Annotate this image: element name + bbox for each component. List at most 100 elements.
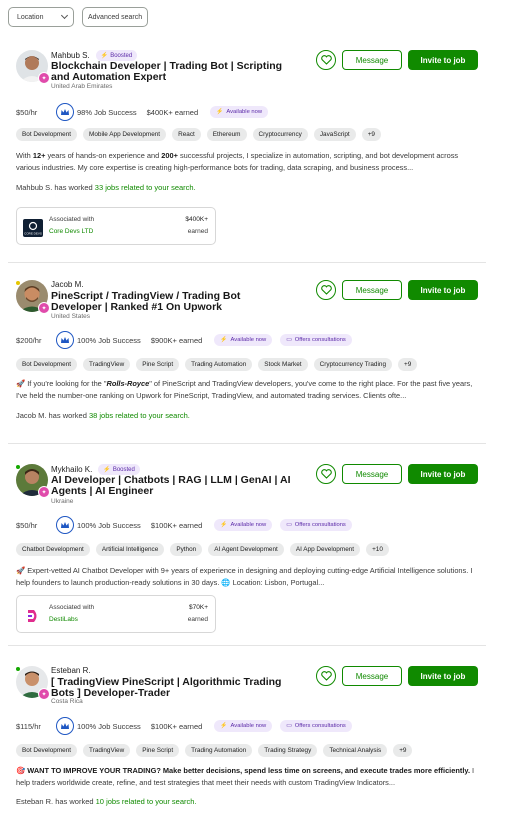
job-success-badge-icon bbox=[56, 103, 74, 121]
more-skills-tag[interactable]: +9 bbox=[361, 128, 381, 141]
skills-list: Bot Development Mobile App Development R… bbox=[16, 128, 381, 141]
skill-tag[interactable]: Pine Script bbox=[136, 744, 180, 757]
skills-list: Bot Development TradingView Pine Script … bbox=[16, 358, 418, 371]
freelancer-card[interactable]: ✦ Esteban R. [ TradingView PineScript | … bbox=[15, 663, 486, 813]
skill-tag[interactable]: Technical Analysis bbox=[323, 744, 388, 757]
skill-tag[interactable]: Ethereum bbox=[206, 128, 247, 141]
skill-tag[interactable]: Cryptocurrency bbox=[252, 128, 308, 141]
skill-tag[interactable]: Trading Automation bbox=[185, 744, 253, 757]
skill-tag[interactable]: React bbox=[172, 128, 201, 141]
more-skills-tag[interactable]: +9 bbox=[393, 744, 413, 757]
bolt-icon: ⚡ bbox=[220, 723, 228, 729]
freelancer-name[interactable]: Mahbub S. bbox=[51, 51, 90, 60]
video-icon: ▭ bbox=[286, 522, 292, 528]
freelancer-description[interactable]: 🎯 WANT TO IMPROVE YOUR TRADING? Make bet… bbox=[16, 765, 480, 789]
freelancer-country: United States bbox=[51, 313, 91, 320]
avatar[interactable]: ✦ bbox=[15, 464, 50, 498]
message-button[interactable]: Message bbox=[342, 50, 402, 70]
freelancer-card[interactable]: ✦ Mykhailo K. ⚡ Boosted AI Developer | Ch… bbox=[15, 461, 486, 641]
boosted-label: Boosted bbox=[112, 466, 135, 473]
freelancer-country: United Arab Emirates bbox=[51, 83, 113, 90]
related-jobs-link[interactable]: 33 jobs related to your search. bbox=[95, 183, 196, 192]
skill-tag[interactable]: AI Agent Development bbox=[208, 543, 284, 556]
skill-tag[interactable]: Bot Development bbox=[16, 744, 78, 757]
related-jobs-text: Esteban R. has worked 10 jobs related to… bbox=[16, 797, 197, 806]
advanced-search-button[interactable]: Advanced search bbox=[82, 7, 149, 27]
save-heart-button[interactable] bbox=[316, 50, 336, 70]
job-success-badge-icon bbox=[56, 516, 74, 534]
available-now-badge: ⚡ Available now bbox=[214, 720, 273, 732]
job-success-badge-icon bbox=[56, 331, 74, 349]
freelancer-name[interactable]: Mykhailo K. bbox=[51, 465, 92, 474]
svg-text:CORE DEVS: CORE DEVS bbox=[24, 232, 42, 236]
skill-tag[interactable]: TradingView bbox=[83, 744, 131, 757]
badge-icon: ✦ bbox=[38, 302, 50, 314]
location-label: Location bbox=[17, 13, 44, 21]
skill-tag[interactable]: Mobile App Development bbox=[83, 128, 167, 141]
freelancer-name[interactable]: Jacob M. bbox=[51, 280, 83, 289]
freelancer-title[interactable]: AI Developer | Chatbots | RAG | LLM | Ge… bbox=[51, 475, 291, 497]
associated-agency-card[interactable]: Associated with DestiLabs $70K+ earned bbox=[16, 595, 216, 633]
freelancer-title[interactable]: PineScript / TradingView / Trading Bot D… bbox=[51, 291, 291, 313]
skills-list: Bot Development TradingView Pine Script … bbox=[16, 744, 413, 757]
avatar[interactable]: ✦ bbox=[16, 50, 50, 84]
invite-to-job-button[interactable]: Invite to job bbox=[408, 280, 478, 300]
skill-tag[interactable]: Trading Automation bbox=[185, 358, 253, 371]
location-dropdown[interactable]: Location bbox=[8, 7, 74, 27]
skill-tag[interactable]: AI App Development bbox=[289, 543, 361, 556]
badge-icon: ✦ bbox=[38, 72, 50, 84]
skill-tag[interactable]: Trading Strategy bbox=[258, 744, 318, 757]
freelancer-card[interactable]: ✦ Jacob M. PineScript / TradingView / Tr… bbox=[15, 277, 486, 427]
total-earned: $100K+ earned bbox=[150, 520, 203, 530]
freelancer-description[interactable]: 🚀 If you're looking for the "Rolls-Royce… bbox=[16, 378, 480, 402]
freelancer-description[interactable]: With 12+ years of hands-on experience an… bbox=[16, 150, 480, 174]
freelancer-name[interactable]: Esteban R. bbox=[51, 666, 91, 675]
freelancer-title[interactable]: [ TradingView PineScript | Algorithmic T… bbox=[51, 677, 291, 699]
avatar[interactable]: ✦ bbox=[15, 280, 50, 314]
heart-icon bbox=[320, 285, 332, 295]
invite-to-job-button[interactable]: Invite to job bbox=[408, 666, 478, 686]
invite-to-job-button[interactable]: Invite to job bbox=[408, 50, 478, 70]
skill-tag[interactable]: Chatbot Development bbox=[16, 543, 90, 556]
freelancer-description[interactable]: 🚀 Expert-vetted AI Chatbot Developer wit… bbox=[16, 565, 480, 589]
skill-tag[interactable]: Stock Market bbox=[258, 358, 308, 371]
offers-consultations-label: Offers consultations bbox=[294, 723, 346, 729]
available-now-label: Available now bbox=[230, 337, 267, 343]
agency-logo bbox=[23, 607, 43, 625]
agency-name[interactable]: DestiLabs bbox=[49, 616, 78, 623]
skill-tag[interactable]: Bot Development bbox=[16, 128, 78, 141]
skill-tag[interactable]: Artificial Intelligence bbox=[95, 543, 165, 556]
heart-icon bbox=[320, 671, 332, 681]
bolt-icon: ⚡ bbox=[220, 522, 228, 528]
avatar[interactable]: ✦ bbox=[15, 666, 50, 700]
skill-tag[interactable]: Pine Script bbox=[136, 358, 180, 371]
hourly-rate: $200/hr bbox=[16, 335, 42, 345]
related-jobs-link[interactable]: 38 jobs related to your search. bbox=[89, 411, 190, 420]
freelancer-country: Ukraine bbox=[51, 498, 74, 505]
associated-agency-card[interactable]: CORE DEVS Associated with Core Devs LTD … bbox=[16, 207, 216, 245]
save-heart-button[interactable] bbox=[316, 280, 336, 300]
skill-tag[interactable]: JavaScript bbox=[313, 128, 356, 141]
agency-name[interactable]: Core Devs LTD bbox=[49, 228, 93, 235]
heart-icon bbox=[320, 55, 332, 65]
save-heart-button[interactable] bbox=[316, 666, 336, 686]
message-button[interactable]: Message bbox=[342, 464, 402, 484]
skill-tag[interactable]: Python bbox=[170, 543, 203, 556]
freelancer-title[interactable]: Blockchain Developer | Trading Bot | Scr… bbox=[51, 61, 291, 83]
more-skills-tag[interactable]: +10 bbox=[366, 543, 389, 556]
job-success-label: Job Success bbox=[98, 335, 141, 345]
freelancer-card[interactable]: ✦ Mahbub S. ⚡ Boosted Blockchain Develope… bbox=[16, 47, 486, 252]
status-dot bbox=[15, 280, 21, 286]
message-button[interactable]: Message bbox=[342, 666, 402, 686]
message-button[interactable]: Message bbox=[342, 280, 402, 300]
skill-tag[interactable]: Bot Development bbox=[16, 358, 78, 371]
skill-tag[interactable]: TradingView bbox=[83, 358, 131, 371]
available-now-badge: ⚡ Available now bbox=[210, 106, 269, 118]
skill-tag[interactable]: Cryptocurrency Trading bbox=[313, 358, 393, 371]
related-jobs-link[interactable]: 10 jobs related to your search. bbox=[96, 797, 197, 806]
more-skills-tag[interactable]: +9 bbox=[398, 358, 418, 371]
save-heart-button[interactable] bbox=[316, 464, 336, 484]
available-now-label: Available now bbox=[226, 109, 263, 115]
job-success-value: 100% bbox=[77, 520, 97, 530]
invite-to-job-button[interactable]: Invite to job bbox=[408, 464, 478, 484]
